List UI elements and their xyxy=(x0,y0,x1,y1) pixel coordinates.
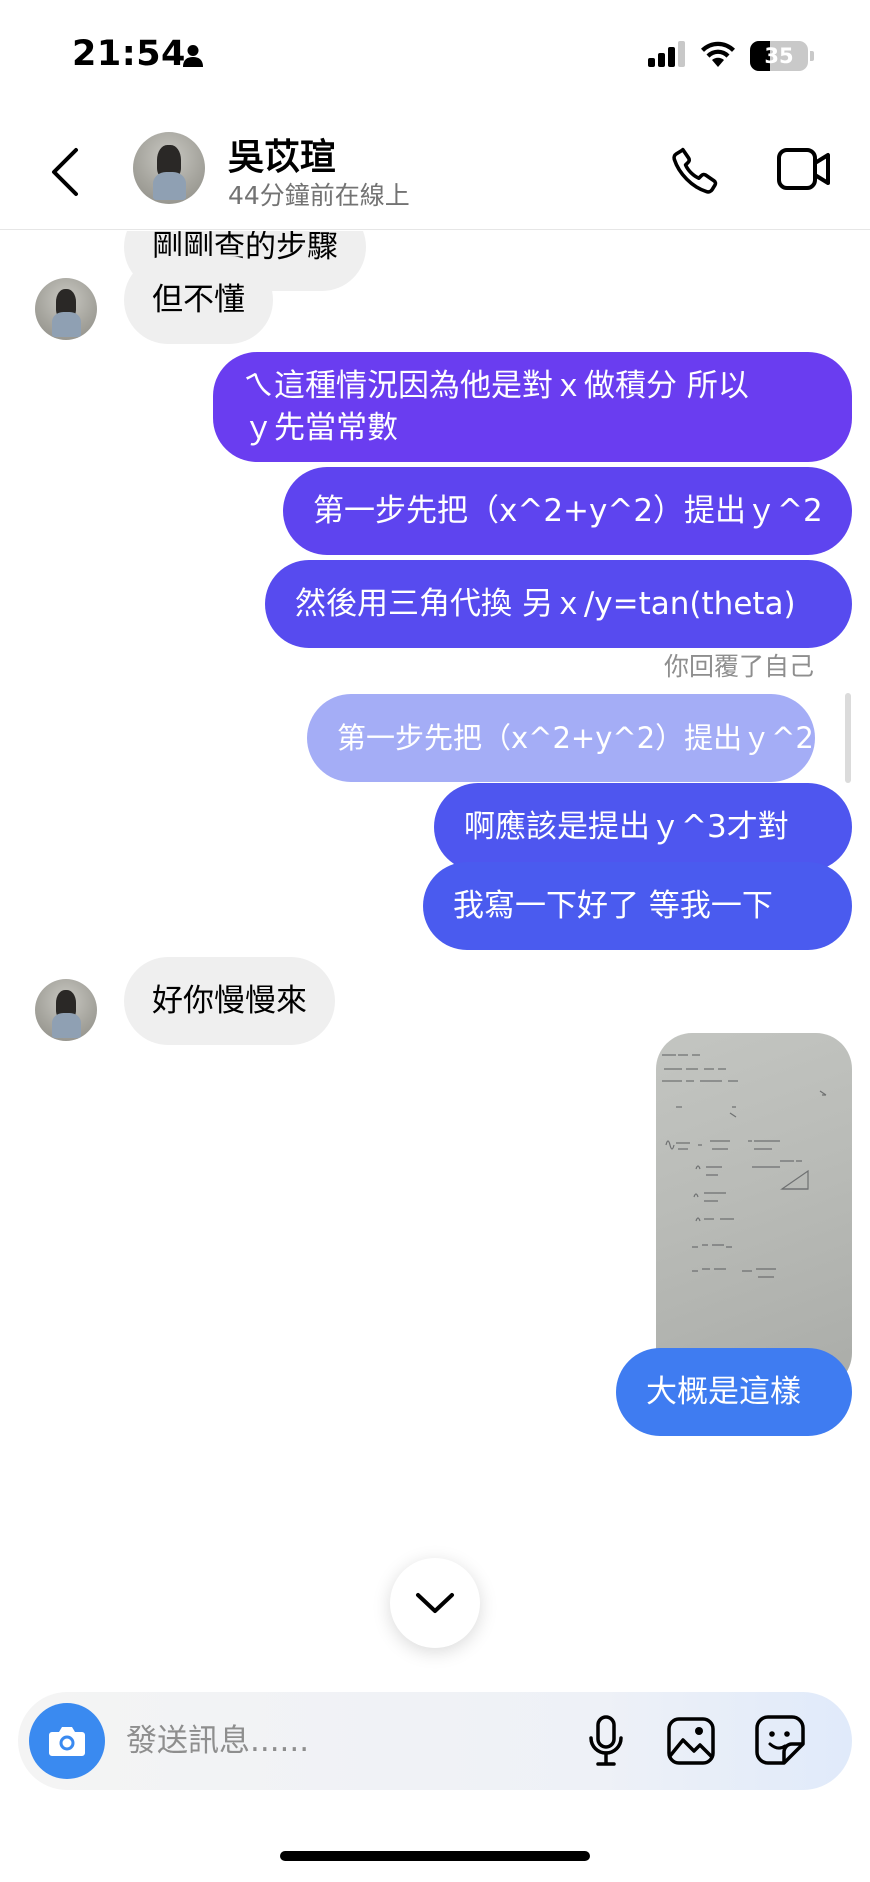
message-text: 大概是這樣 xyxy=(646,1374,801,1410)
signal-icon xyxy=(648,40,686,71)
outgoing-message[interactable]: 第一步先把（x^2+y^2）提出ｙ^2 xyxy=(283,467,852,555)
message-text-line: ｙ先當常數 xyxy=(243,410,398,446)
message-list[interactable]: 剛剛查的步驟 但不懂 ㄟ這種情況因為他是對ｘ做積分 所以 ｙ先當常數 第一步先把… xyxy=(0,231,870,1691)
photo-message[interactable] xyxy=(656,1033,852,1389)
message-text: 好你慢慢來 xyxy=(152,983,307,1019)
message-text: 我寫一下好了 等我一下 xyxy=(453,888,773,924)
home-indicator[interactable] xyxy=(280,1851,590,1861)
outgoing-message[interactable]: 大概是這樣 xyxy=(616,1348,852,1436)
contact-status: 44分鐘前在線上 xyxy=(228,181,410,210)
battery-icon: 35 xyxy=(750,40,808,71)
back-button[interactable] xyxy=(50,144,90,200)
outgoing-message[interactable]: 我寫一下好了 等我一下 xyxy=(423,862,852,950)
reply-label: 你回覆了自己 xyxy=(663,652,814,681)
reply-indicator-bar xyxy=(845,693,851,783)
camera-icon xyxy=(49,1727,85,1756)
video-call-button[interactable] xyxy=(776,146,832,196)
message-text-line: ㄟ這種情況因為他是對ｘ做積分 所以 xyxy=(243,368,749,404)
chat-header: 吳苡瑄 44分鐘前在線上 xyxy=(0,108,870,230)
outgoing-message[interactable]: 然後用三角代換 另ｘ/y=tan(theta) xyxy=(265,560,852,648)
sender-avatar[interactable] xyxy=(35,278,97,340)
person-icon xyxy=(182,44,204,72)
status-time: 21:54 xyxy=(72,34,186,74)
chevron-down-icon xyxy=(416,1593,454,1613)
incoming-message[interactable]: 好你慢慢來 xyxy=(124,957,335,1045)
phone-icon xyxy=(672,147,718,194)
reply-quote[interactable]: 第一步先把（x^2+y^2）提出ｙ^2 xyxy=(307,694,815,782)
outgoing-message[interactable]: 啊應該是提出ｙ^3才對 xyxy=(434,783,852,871)
gallery-button[interactable] xyxy=(666,1716,716,1770)
contact-name[interactable]: 吳苡瑄 xyxy=(228,128,336,180)
sticker-icon xyxy=(755,1715,805,1765)
handwritten-math-image xyxy=(662,1054,827,1278)
message-text: 但不懂 xyxy=(152,282,245,318)
outgoing-message[interactable]: ㄟ這種情況因為他是對ｘ做積分 所以 ｙ先當常數 xyxy=(213,352,852,462)
wifi-icon xyxy=(700,40,736,71)
quoted-text: 第一步先把（x^2+y^2）提出ｙ^2 xyxy=(337,721,814,755)
message-text: 啊應該是提出ｙ^3才對 xyxy=(464,809,789,845)
message-text: 第一步先把（x^2+y^2）提出ｙ^2 xyxy=(313,493,823,529)
voice-message-button[interactable] xyxy=(586,1714,626,1772)
back-chevron-icon xyxy=(52,148,78,196)
camera-button[interactable] xyxy=(29,1703,105,1779)
message-text: 然後用三角代換 另ｘ/y=tan(theta) xyxy=(295,586,796,622)
incoming-message[interactable]: 但不懂 xyxy=(124,256,273,344)
message-input[interactable] xyxy=(126,1718,486,1764)
scroll-to-bottom-button[interactable] xyxy=(390,1558,480,1648)
message-composer xyxy=(18,1692,852,1790)
sticker-button[interactable] xyxy=(754,1714,806,1770)
microphone-icon xyxy=(589,1715,623,1766)
battery-nub xyxy=(810,50,814,61)
call-button[interactable] xyxy=(668,144,722,202)
gallery-icon xyxy=(667,1717,715,1765)
video-camera-icon xyxy=(777,148,830,190)
contact-avatar[interactable] xyxy=(133,132,205,204)
sender-avatar[interactable] xyxy=(35,979,97,1041)
battery-level: 35 xyxy=(764,43,794,68)
